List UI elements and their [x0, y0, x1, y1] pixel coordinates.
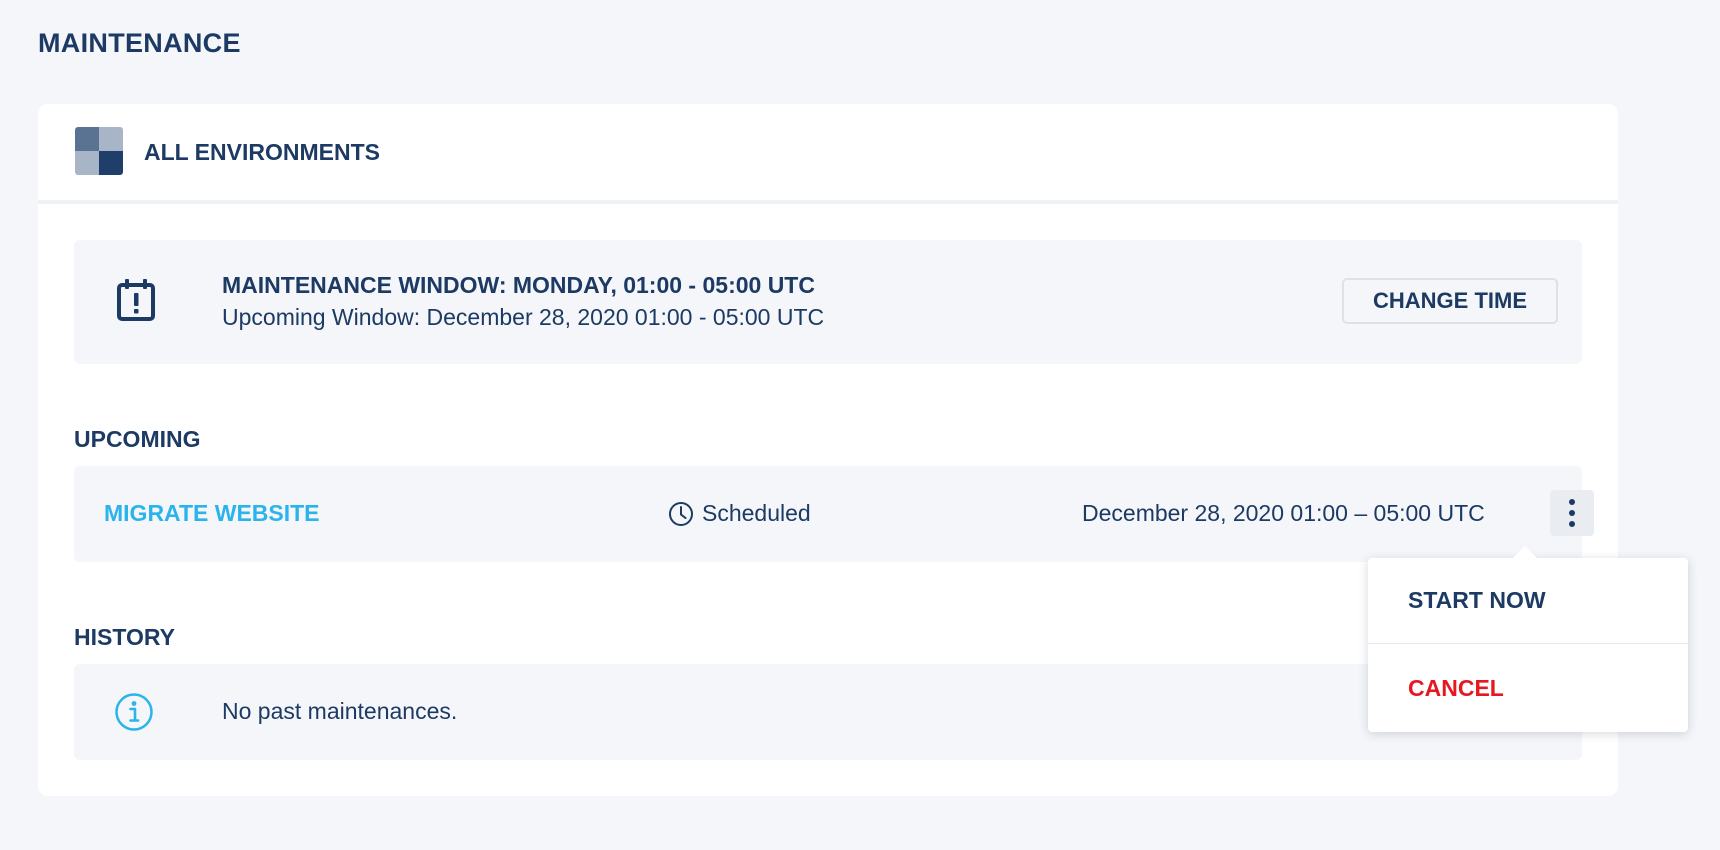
- history-heading: HISTORY: [74, 624, 175, 650]
- environments-grid-icon: [75, 127, 123, 175]
- calendar-alert-icon: [117, 279, 155, 321]
- maintenance-window-title: MAINTENANCE WINDOW: MONDAY, 01:00 - 05:0…: [222, 272, 815, 298]
- history-empty-row: No past maintenances.: [74, 664, 1582, 760]
- task-status-label: Scheduled: [702, 500, 811, 526]
- more-options-button[interactable]: [1550, 490, 1594, 536]
- kebab-dot: [1569, 499, 1575, 505]
- card-header: ALL ENVIRONMENTS: [38, 104, 1618, 204]
- kebab-dot: [1569, 510, 1575, 516]
- task-time: December 28, 2020 01:00 – 05:00 UTC: [1082, 500, 1485, 526]
- task-status: Scheduled: [668, 500, 811, 527]
- clock-icon: [669, 501, 693, 526]
- page-title: MAINTENANCE: [38, 28, 241, 58]
- kebab-dot: [1569, 521, 1575, 527]
- upcoming-row: MIGRATE WEBSITE Scheduled December 28, 2…: [74, 466, 1594, 562]
- options-dropdown-menu: START NOW CANCEL: [1368, 546, 1688, 732]
- maintenance-window-panel: MAINTENANCE WINDOW: MONDAY, 01:00 - 05:0…: [74, 240, 1582, 364]
- cancel-menu-item[interactable]: CANCEL: [1368, 644, 1688, 732]
- task-name-link[interactable]: MIGRATE WEBSITE: [104, 500, 320, 527]
- upcoming-heading: UPCOMING: [74, 426, 201, 452]
- history-empty-text: No past maintenances.: [222, 698, 458, 724]
- maintenance-window-upcoming: Upcoming Window: December 28, 2020 01:00…: [222, 304, 825, 330]
- change-time-button[interactable]: CHANGE TIME: [1342, 278, 1558, 324]
- environment-title: ALL ENVIRONMENTS: [144, 139, 380, 165]
- start-now-menu-item[interactable]: START NOW: [1368, 558, 1688, 644]
- info-icon: [115, 693, 153, 731]
